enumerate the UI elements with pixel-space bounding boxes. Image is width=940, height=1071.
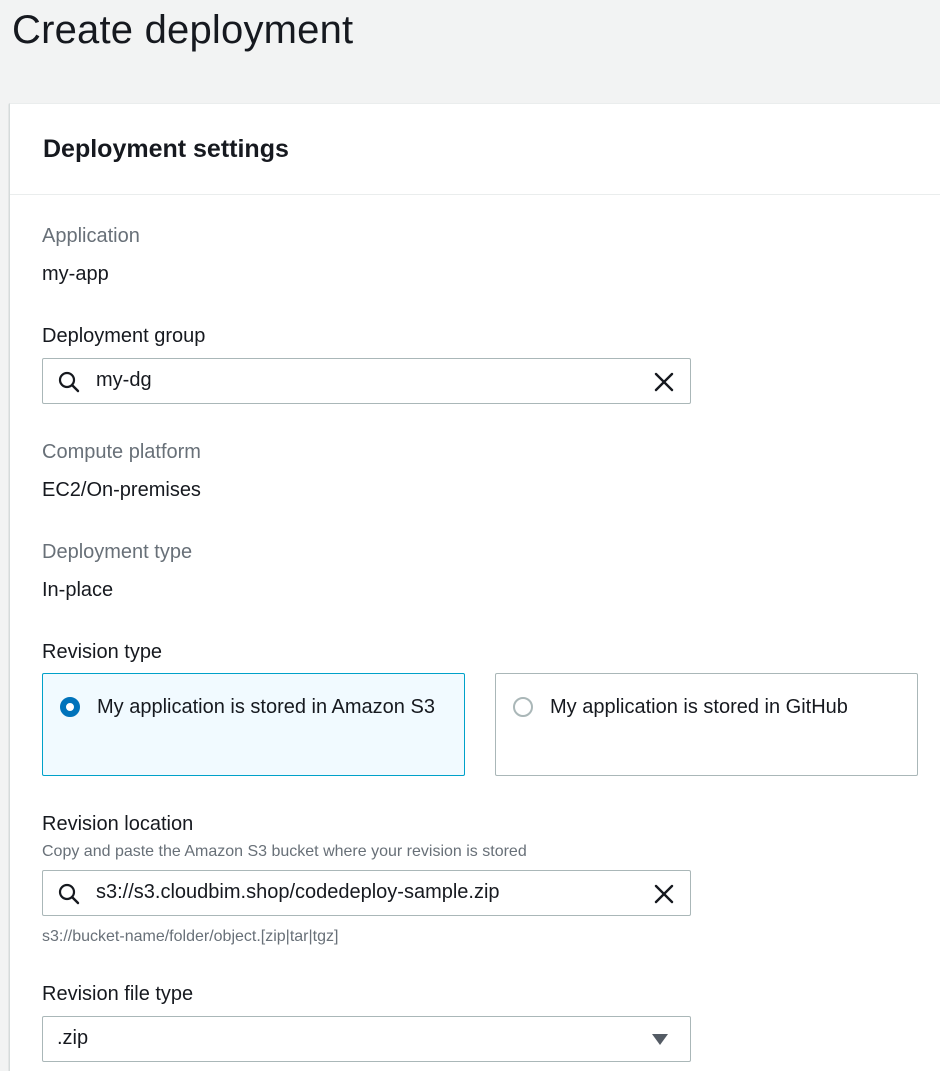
search-icon [58,371,80,393]
revision-type-option-s3[interactable]: My application is stored in Amazon S3 [42,673,465,776]
deployment-group-input[interactable]: my-dg [42,358,691,404]
panel-header: Deployment settings [10,104,940,195]
radio-selected[interactable] [60,697,80,717]
revision-location-label: Revision location [42,813,194,835]
revision-file-type-label: Revision file type [42,983,194,1005]
deployment-group-value[interactable]: my-dg [96,369,152,392]
caret-down-icon[interactable] [652,1034,668,1045]
page-title: Create deployment [12,8,354,52]
deployment-settings-panel: Deployment settings Application my-app D… [9,103,940,1071]
revision-type-option-github[interactable]: My application is stored in GitHub [495,673,918,776]
revision-location-input[interactable]: s3://s3.cloudbim.shop/codedeploy-sample.… [42,870,691,916]
revision-location-description: Copy and paste the Amazon S3 bucket wher… [42,843,527,860]
application-value: my-app [42,263,109,285]
revision-type-label: Revision type [42,641,163,663]
revision-location-value[interactable]: s3://s3.cloudbim.shop/codedeploy-sample.… [96,881,500,904]
deployment-group-label: Deployment group [42,325,206,347]
radio-unselected[interactable] [513,697,533,717]
compute-platform-label: Compute platform [42,441,201,463]
close-icon[interactable] [652,370,676,394]
compute-platform-value: EC2/On-premises [42,479,201,501]
revision-file-type-value[interactable]: .zip [57,1027,88,1050]
revision-type-option-s3-label: My application is stored in Amazon S3 [97,696,435,718]
deployment-type-label: Deployment type [42,541,193,563]
revision-file-type-select[interactable]: .zip [42,1016,691,1062]
panel-title: Deployment settings [43,135,289,163]
application-label: Application [42,225,140,247]
deployment-type-value: In-place [42,579,114,601]
close-icon[interactable] [652,882,676,906]
search-icon [58,883,80,905]
revision-type-option-github-label: My application is stored in GitHub [550,696,848,718]
revision-location-hint: s3://bucket-name/folder/object.[zip|tar|… [42,928,339,945]
